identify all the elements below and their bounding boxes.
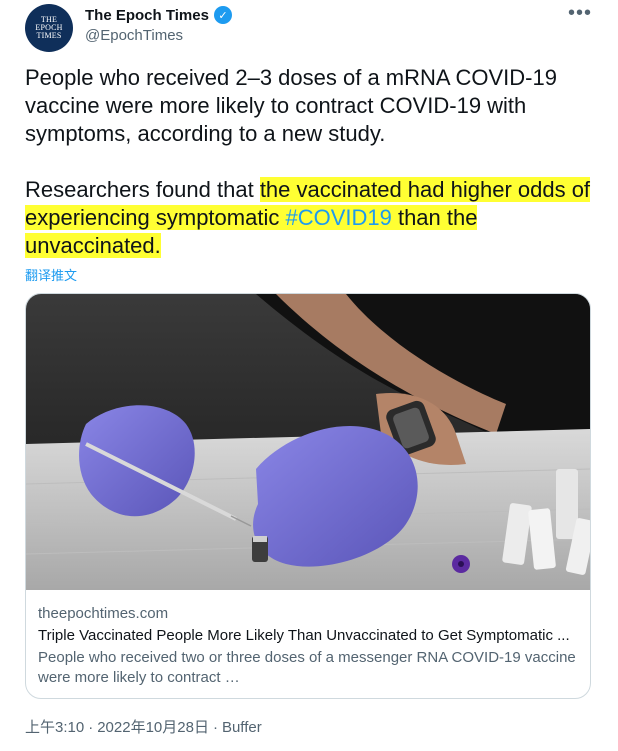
tweet-source[interactable]: Buffer [222,719,262,736]
handle[interactable]: @EpochTimes [85,27,183,44]
tweet-time[interactable]: 上午3:10 [25,719,84,736]
card-meta: theepochtimes.com Triple Vaccinated Peop… [38,604,578,688]
card-image[interactable] [26,294,591,590]
translate-tweet-link[interactable]: 翻译推文 [25,265,77,284]
link-card[interactable]: theepochtimes.com Triple Vaccinated Peop… [25,293,591,699]
tweet-paragraph-2: Researchers found that the vaccinated ha… [25,176,600,260]
tweet-paragraph-1: People who received 2–3 doses of a mRNA … [25,65,557,146]
separator: · [212,719,218,736]
tweet-text-plain: Researchers found that [25,177,260,202]
hashtag-link[interactable]: #COVID19 [285,205,392,230]
more-options-icon[interactable]: ••• [568,3,592,23]
separator: · [88,719,94,736]
avatar[interactable]: THE EPOCH TIMES [25,4,73,52]
tweet-footer: 上午3:10 · 2022年10月28日 · Buffer [25,716,262,737]
tweet: THE EPOCH TIMES The Epoch Times ✓ @Epoch… [0,0,618,751]
verified-badge-icon: ✓ [213,6,232,24]
tweet-header: THE EPOCH TIMES The Epoch Times ✓ @Epoch… [25,2,602,52]
tweet-date[interactable]: 2022年10月28日 [97,719,209,736]
name-row: The Epoch Times ✓ [85,6,232,24]
tweet-text: People who received 2–3 doses of a mRNA … [25,64,600,260]
card-domain: theepochtimes.com [38,605,169,622]
display-name[interactable]: The Epoch Times [85,7,209,24]
card-title[interactable]: Triple Vaccinated People More Likely Tha… [38,626,578,646]
avatar-line: TIMES [36,31,62,40]
card-description: People who received two or three doses o… [38,649,576,686]
